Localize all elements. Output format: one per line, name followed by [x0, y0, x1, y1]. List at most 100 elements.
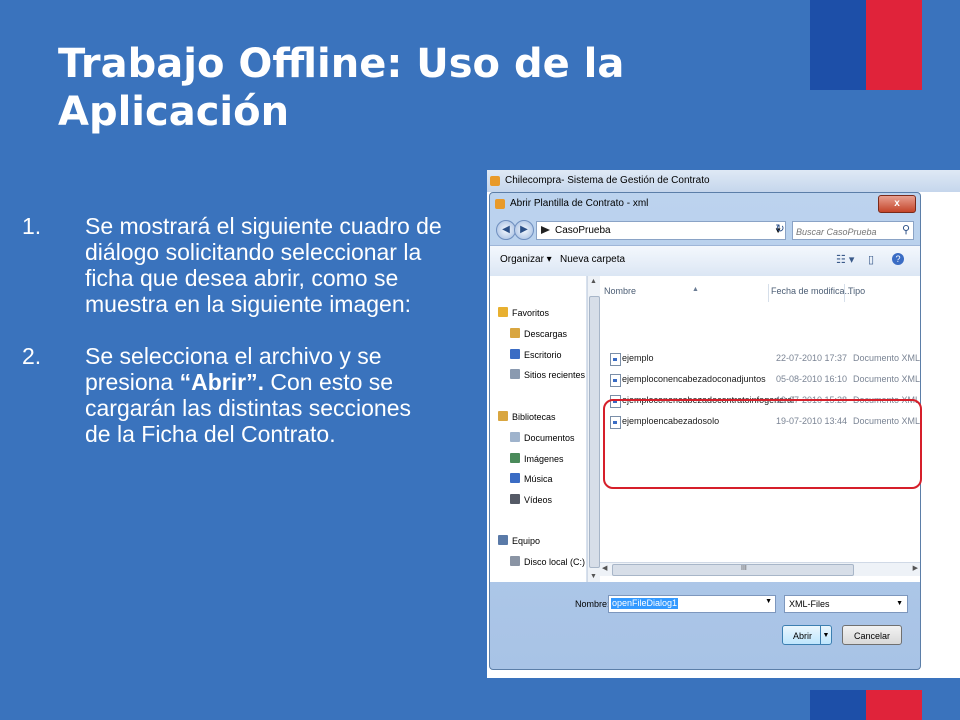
new-folder-button[interactable]: Nueva carpeta — [560, 254, 625, 265]
back-arrow-icon[interactable]: ◀ — [496, 220, 516, 240]
library-icon — [498, 411, 508, 421]
view-options-icon[interactable]: ☷ ▾ — [836, 253, 854, 266]
file-date: 22-07-2010 17:37 — [776, 353, 848, 363]
nav-item[interactable]: Documentos — [510, 431, 575, 445]
nav-item-label: Descargas — [524, 329, 568, 339]
documents-icon — [510, 432, 520, 442]
horizontal-scrollbar-thumb[interactable]: III — [612, 564, 854, 576]
horizontal-scrollbar[interactable]: ◀ III ▶ — [600, 562, 920, 576]
scrollbar-grip: III — [741, 565, 747, 572]
nav-item[interactable]: Imágenes — [510, 452, 564, 466]
bullet-list: 1. Se mostrará el siguiente cuadro de di… — [22, 213, 442, 473]
nav-scrollbar-thumb[interactable] — [589, 296, 600, 568]
flag-red-band — [866, 0, 922, 90]
nav-item-label: Disco local (C:) — [524, 557, 586, 567]
chevron-down-icon[interactable]: ▼ — [765, 598, 772, 605]
file-row[interactable]: ejemploconencabezadoconadjuntos 05-08-201… — [600, 370, 920, 390]
disk-icon — [510, 556, 520, 566]
toolbar: Organizar ▾ Nueva carpeta ☷ ▾ ▯ ? — [490, 245, 920, 277]
file-list: Nombre ▲ Fecha de modifica... Tipo ejempl… — [600, 276, 922, 582]
bullet-item: 2. Se selecciona el archivo y se presion… — [22, 343, 442, 447]
refresh-icon[interactable]: ↻ — [771, 221, 789, 238]
chevron-down-icon[interactable]: ▼ — [820, 626, 831, 644]
nav-item[interactable]: Escritorio — [510, 348, 562, 362]
breadcrumb-arrow-icon — [541, 226, 550, 234]
app-title: Chilecompra- Sistema de Gestión de Contr… — [505, 175, 710, 186]
file-name: ejemploconencabezadoconadjuntos — [622, 374, 766, 384]
red-highlight-outline — [603, 399, 922, 489]
pictures-icon — [510, 453, 520, 463]
download-folder-icon — [510, 328, 520, 338]
nav-item-label: Imágenes — [524, 454, 564, 464]
scroll-left-icon[interactable]: ◀ — [602, 564, 607, 572]
navigation-pane: Favoritos Descargas Escritorio Sitios recie… — [490, 276, 587, 582]
app-titlebar: Chilecompra- Sistema de Gestión de Contr… — [487, 170, 960, 192]
file-type: Documento XML — [853, 374, 921, 384]
bullet-number: 2. — [22, 343, 42, 369]
file-name: ejemplo — [622, 353, 654, 363]
nav-item-label: Equipo — [512, 536, 541, 546]
nav-item[interactable]: Vídeos — [510, 493, 552, 507]
nav-item[interactable]: Equipo — [498, 534, 540, 548]
preview-pane-icon[interactable]: ▯ — [868, 253, 874, 266]
bullet-bold-text: “Abrir”. — [179, 369, 264, 395]
filename-input[interactable]: openFileDialog1 ▼ — [608, 595, 776, 613]
search-icon[interactable]: ⚲ — [902, 223, 910, 236]
bullet-number: 1. — [22, 213, 42, 239]
nav-item-label: Sitios recientes — [524, 370, 586, 380]
column-name-label: Nombre — [604, 286, 637, 296]
nav-item-label: Documentos — [524, 433, 575, 443]
search-input[interactable] — [796, 224, 896, 240]
nav-item[interactable]: Disco local (C:) — [510, 555, 585, 569]
filename-value: openFileDialog1 — [611, 598, 679, 609]
chevron-down-icon[interactable]: ▼ — [896, 596, 903, 612]
column-separator[interactable] — [768, 284, 769, 302]
nav-item[interactable]: Bibliotecas — [498, 410, 556, 424]
file-row[interactable]: ejemplo 22-07-2010 17:37 Documento XML — [600, 349, 920, 369]
filename-label: Nombre: — [575, 599, 610, 609]
bullet-text: Se selecciona el archivo y se presiona “… — [85, 343, 442, 447]
nav-item-label: Música — [524, 474, 553, 484]
scroll-up-icon[interactable]: ▲ — [590, 278, 597, 285]
open-button[interactable]: Abrir ▼ — [782, 625, 832, 645]
nav-item-label: Vídeos — [524, 495, 553, 505]
scroll-right-icon[interactable]: ▶ — [913, 564, 918, 572]
bullet-item: 1. Se mostrará el siguiente cuadro de di… — [22, 213, 442, 317]
nav-scrollbar[interactable]: ▲ ▼ — [587, 276, 600, 582]
file-date: 05-08-2010 16:10 — [776, 374, 848, 384]
nav-item-label: Bibliotecas — [512, 412, 556, 422]
organize-button[interactable]: Organizar ▾ — [500, 254, 552, 265]
scroll-down-icon[interactable]: ▼ — [590, 573, 597, 580]
dialog-screenshot: Chilecompra- Sistema de Gestión de Contr… — [487, 170, 960, 678]
dialog-footer: Nombre: openFileDialog1 ▼ XML-Files ▼ Ab… — [490, 583, 920, 669]
filetype-select[interactable]: XML-Files ▼ — [784, 595, 908, 613]
file-type: Documento XML — [853, 353, 921, 363]
music-icon — [510, 473, 520, 483]
help-icon[interactable]: ? — [892, 253, 904, 265]
videos-icon — [510, 494, 520, 504]
flag-blue-band — [810, 690, 866, 720]
dialog-title: Abrir Plantilla de Contrato - xml — [510, 198, 649, 209]
nav-item[interactable]: Descargas — [510, 327, 567, 341]
close-button[interactable]: x — [878, 195, 916, 213]
star-icon — [498, 307, 508, 317]
column-separator[interactable] — [844, 284, 845, 302]
column-date[interactable]: Fecha de modifica... — [771, 286, 852, 300]
nav-item-label: Escritorio — [524, 350, 562, 360]
bullet-text: Se mostrará el siguiente cuadro de diálo… — [85, 213, 442, 317]
nav-item[interactable]: Favoritos — [498, 306, 549, 320]
nav-item[interactable]: Sitios recientes — [510, 368, 585, 382]
recent-places-icon — [510, 369, 520, 379]
file-browser: Favoritos Descargas Escritorio Sitios recie… — [490, 276, 922, 582]
cancel-button[interactable]: Cancelar — [842, 625, 902, 645]
column-name[interactable]: Nombre ▲ — [604, 286, 699, 300]
address-text: CasoPrueba — [555, 225, 611, 236]
nav-item[interactable]: Música — [510, 472, 553, 486]
column-type[interactable]: Tipo — [848, 286, 865, 300]
forward-arrow-icon[interactable]: ▶ — [514, 220, 534, 240]
dialog-titlebar: Abrir Plantilla de Contrato - xml x — [490, 193, 920, 215]
computer-icon — [498, 535, 508, 545]
flag-red-band — [866, 690, 922, 720]
open-button-label: Abrir — [793, 631, 813, 641]
address-bar[interactable]: CasoPrueba ▼ — [536, 221, 786, 240]
